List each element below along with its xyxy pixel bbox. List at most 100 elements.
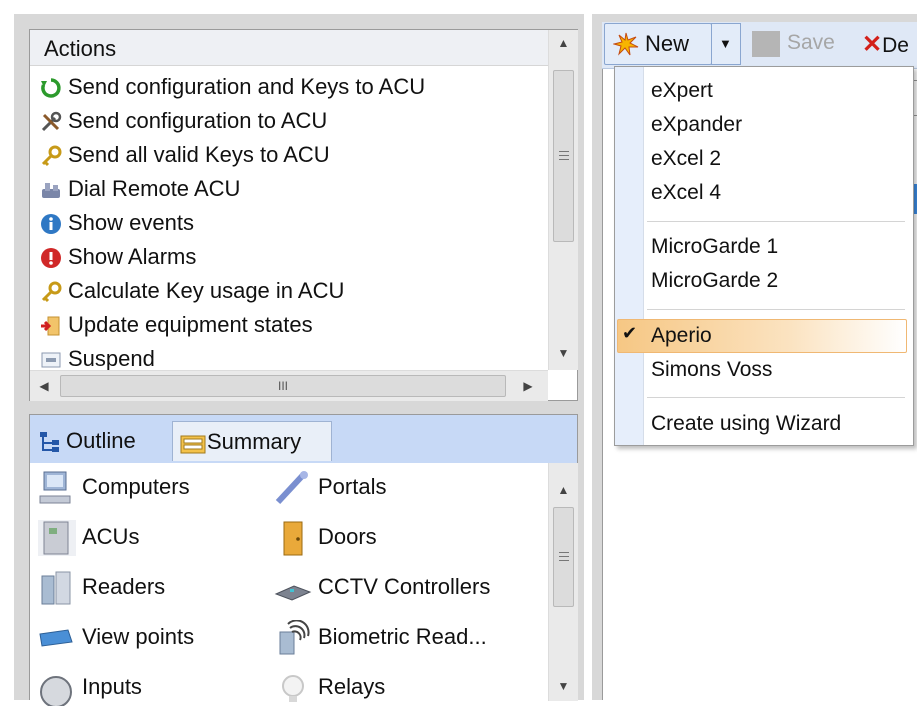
checkmark-icon: ✔ xyxy=(622,323,638,343)
portal-icon xyxy=(274,470,312,506)
menu-item-microgarde-1[interactable]: MicroGarde 1 xyxy=(651,231,778,263)
suspend-icon xyxy=(40,347,62,369)
tools-icon xyxy=(40,109,62,132)
menu-item-microgarde-2[interactable]: MicroGarde 2 xyxy=(651,265,778,297)
hscroll-thumb[interactable]: III xyxy=(60,375,506,397)
action-label: Calculate Key usage in ACU xyxy=(68,278,345,303)
nav-item-label: CCTV Controllers xyxy=(318,574,491,599)
nav-item-doors[interactable]: Doors xyxy=(274,517,546,567)
scroll-right-icon[interactable]: ▶ xyxy=(520,379,536,393)
menu-item-aperio[interactable]: Aperio xyxy=(651,320,712,352)
new-button[interactable]: New xyxy=(604,23,712,65)
nav-item-label: Inputs xyxy=(82,674,142,699)
new-star-icon xyxy=(612,32,639,56)
viewpoint-icon xyxy=(38,620,76,656)
reader-icon xyxy=(38,570,76,606)
action-label: Suspend xyxy=(68,346,155,371)
tab-outline-label: Outline xyxy=(66,428,136,453)
navigator-right-column: Portals Doors CCTV Controllers Biometric… xyxy=(274,467,546,717)
acu-icon xyxy=(38,520,76,557)
update-icon xyxy=(40,313,62,336)
nav-item-label: ACUs xyxy=(82,524,140,549)
tab-summary-label: Summary xyxy=(207,429,302,454)
action-update-equipment-states[interactable]: Update equipment states xyxy=(40,308,550,342)
action-show-alarms[interactable]: Show Alarms xyxy=(40,240,550,274)
menu-item-excel-2[interactable]: eXcel 2 xyxy=(651,143,721,175)
new-dropdown-button[interactable]: ▼ xyxy=(711,23,741,65)
nav-item-cctv-controllers[interactable]: CCTV Controllers xyxy=(274,567,546,617)
action-calculate-key-usage[interactable]: Calculate Key usage in ACU xyxy=(40,274,550,308)
door-icon xyxy=(274,520,312,556)
action-label: Send all valid Keys to ACU xyxy=(68,142,330,167)
alarm-icon xyxy=(40,245,62,269)
scroll-left-icon[interactable]: ◀ xyxy=(36,379,52,393)
key-icon xyxy=(40,279,62,303)
nav-item-inputs[interactable]: Inputs xyxy=(38,667,268,717)
refresh-arrows-icon xyxy=(40,75,62,98)
actions-panel: Actions Send configuration and Keys to A… xyxy=(29,29,578,401)
action-label: Update equipment states xyxy=(68,312,313,337)
action-dial-remote-acu[interactable]: Dial Remote ACU xyxy=(40,172,550,206)
nav-item-readers[interactable]: Readers xyxy=(38,567,268,617)
menu-item-create-using-wizard[interactable]: Create using Wizard xyxy=(651,408,841,440)
menu-item-expert[interactable]: eXpert xyxy=(651,75,713,107)
actions-header: Actions xyxy=(30,30,548,66)
nav-item-biometric-readers[interactable]: Biometric Read... xyxy=(274,617,546,667)
nav-item-label: Doors xyxy=(318,524,377,549)
menu-item-excel-4[interactable]: eXcel 4 xyxy=(651,177,721,209)
info-icon xyxy=(40,211,62,235)
action-label: Send configuration and Keys to ACU xyxy=(68,74,426,99)
actions-horizontal-scrollbar[interactable]: ◀ III ▶ xyxy=(30,370,548,401)
menu-item-expander[interactable]: eXpander xyxy=(651,109,742,141)
menu-gutter xyxy=(615,67,644,445)
tab-summary[interactable]: Summary xyxy=(172,421,332,461)
nav-item-label: View points xyxy=(82,624,195,649)
navigator-vertical-scrollbar[interactable]: ▲ ▼ xyxy=(548,463,578,701)
navigator-left-column: Computers ACUs Readers View points Input… xyxy=(38,467,268,717)
new-dropdown-menu: eXpert eXpander eXcel 2 eXcel 4 MicroGar… xyxy=(614,66,914,446)
action-show-events[interactable]: Show events xyxy=(40,206,550,240)
save-disk-icon xyxy=(752,31,780,57)
menu-separator xyxy=(647,309,905,310)
scroll-down-icon[interactable]: ▼ xyxy=(549,679,578,693)
action-send-keys[interactable]: Send all valid Keys to ACU xyxy=(40,138,550,172)
nav-item-computers[interactable]: Computers xyxy=(38,467,268,517)
nav-item-label: Portals xyxy=(318,474,387,499)
chevron-down-icon: ▼ xyxy=(719,36,732,51)
scroll-up-icon[interactable]: ▲ xyxy=(549,483,578,497)
action-label: Show events xyxy=(68,210,194,235)
phone-icon xyxy=(40,177,62,199)
nav-item-view-points[interactable]: View points xyxy=(38,617,268,667)
menu-separator xyxy=(647,397,905,398)
action-send-config-and-keys[interactable]: Send configuration and Keys to ACU xyxy=(40,70,550,104)
nav-item-label: Biometric Read... xyxy=(318,624,487,649)
nav-item-label: Relays xyxy=(318,674,386,699)
menu-separator xyxy=(647,221,905,222)
nav-item-acus[interactable]: ACUs xyxy=(38,517,268,567)
nav-item-label: Readers xyxy=(82,574,166,599)
save-button[interactable]: Save xyxy=(787,31,835,55)
action-send-config[interactable]: Send configuration to ACU xyxy=(40,104,550,138)
cctv-icon xyxy=(274,570,312,606)
delete-x-icon: ✕ xyxy=(862,31,883,58)
scroll-down-icon[interactable]: ▼ xyxy=(549,346,578,360)
navigator-panel: Outline Summary Computers ACUs Readers V… xyxy=(29,414,578,709)
action-label: Dial Remote ACU xyxy=(68,176,241,201)
scroll-up-icon[interactable]: ▲ xyxy=(549,36,578,50)
computer-icon xyxy=(38,470,76,506)
relay-bulb-icon xyxy=(274,670,312,706)
scroll-thumb[interactable] xyxy=(553,507,574,607)
nav-item-label: Computers xyxy=(82,474,190,499)
menu-item-simons-voss[interactable]: Simons Voss xyxy=(651,354,772,386)
delete-button-label: De xyxy=(882,34,909,57)
nav-item-portals[interactable]: Portals xyxy=(274,467,546,517)
action-label: Show Alarms xyxy=(68,244,197,269)
actions-vertical-scrollbar[interactable]: ▲ ▼ xyxy=(548,30,578,370)
fingerprint-icon xyxy=(274,619,312,656)
scroll-thumb[interactable] xyxy=(553,70,574,242)
delete-button[interactable]: ✕De xyxy=(862,30,917,60)
nav-item-relays[interactable]: Relays xyxy=(274,667,546,717)
action-label: Send configuration to ACU xyxy=(68,108,328,133)
actions-list: Send configuration and Keys to ACU Send … xyxy=(40,70,550,376)
tab-outline[interactable]: Outline xyxy=(38,421,164,461)
